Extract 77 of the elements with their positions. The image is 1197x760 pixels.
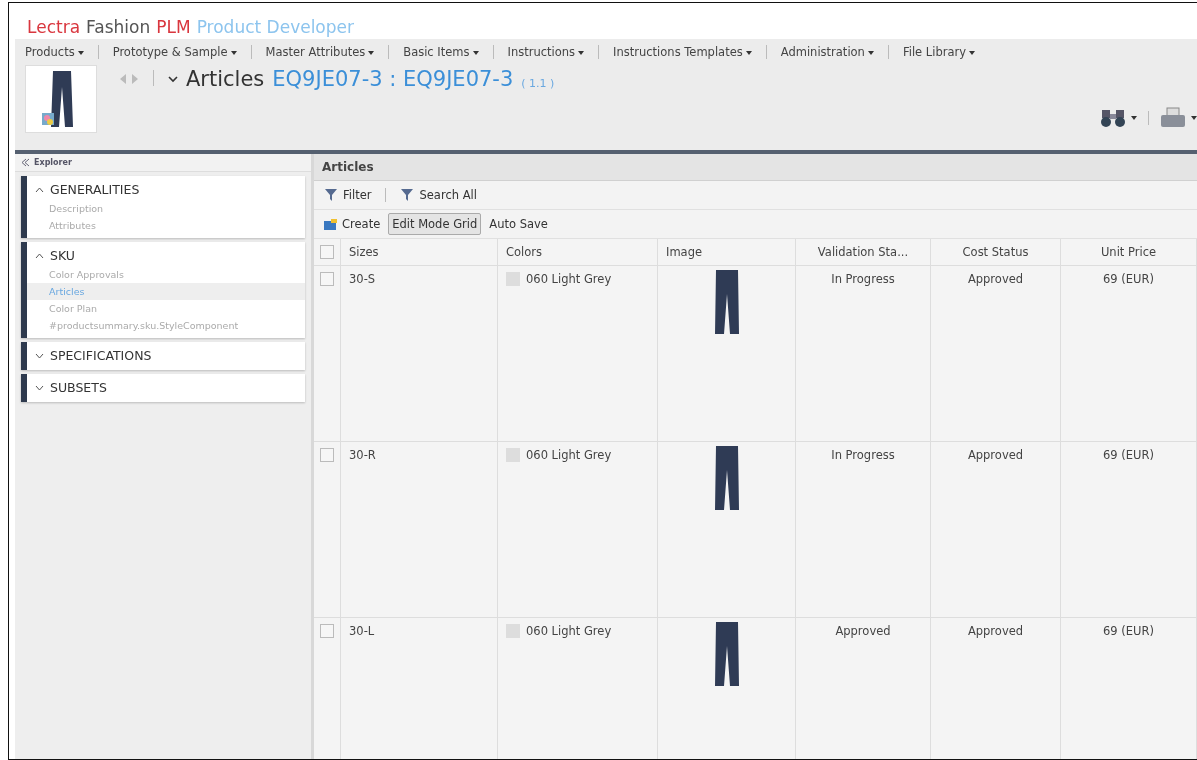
section-header[interactable]: SKU [27,242,305,266]
cost-status-cell: Approved [967,448,1024,462]
size-cell: 30-R [349,448,376,462]
caret-icon [1131,116,1137,120]
jeans-thumbnail [25,65,97,133]
validation-status-cell: In Progress [831,448,895,462]
chevron-icon [35,384,44,391]
menu-item[interactable]: Prototype & Sample [110,43,239,61]
caret-icon [230,50,237,55]
color-cell: 060 Light Grey [526,448,612,462]
create-button[interactable]: Create [320,213,385,235]
unit-price-cell: 69 (EUR) [1103,624,1154,638]
row-checkbox[interactable] [320,272,334,286]
chevron-icon [35,352,44,359]
color-cell: 060 Light Grey [526,624,612,638]
folder-icon [324,218,337,230]
jeans-thumbnail [713,622,740,686]
app-title-word: Product Developer [196,17,354,37]
column-header[interactable]: Unit Price [1061,239,1197,265]
jeans-thumbnail [713,270,740,334]
menu-item[interactable]: File Library [900,43,978,61]
menu-item[interactable]: Instructions [505,43,587,61]
validation-status-cell: In Progress [831,272,895,286]
column-header[interactable]: Cost Status [931,239,1061,265]
chevron-icon [35,252,44,259]
printer-icon[interactable] [1160,107,1186,129]
record-name: EQ9JE07-3 : EQ9JE07-3 [272,67,514,91]
search-all-button[interactable]: Search All [396,184,481,206]
jeans-thumbnail [713,446,740,510]
cost-status-cell: Approved [967,272,1024,286]
menu-item[interactable]: Instructions Templates [611,43,754,61]
section-header[interactable]: GENERALITIES [27,176,305,200]
size-cell: 30-S [349,272,376,286]
auto-save-button[interactable]: Auto Save [485,213,552,235]
funnel-icon [324,188,338,202]
validation-status-cell: Approved [835,624,891,638]
row-checkbox[interactable] [320,448,334,462]
panel-title: Articles [322,160,374,174]
chevron-icon [35,186,44,193]
unit-price-cell: 69 (EUR) [1103,448,1154,462]
collapse-icon[interactable] [21,158,30,167]
caret-icon [1191,116,1197,120]
record-type: Articles [186,67,265,91]
funnel-icon [400,188,415,202]
caret-icon [745,50,752,55]
explorer-title: Explorer [34,158,72,167]
section-header[interactable]: SPECIFICATIONS [27,342,305,366]
version-label: ( 1.1 ) [521,77,555,90]
caret-icon [578,50,585,55]
back-forward-arrows-icon[interactable] [119,73,139,85]
cost-status-cell: Approved [967,624,1024,638]
app-title-word: Lectra [27,17,81,37]
section-header[interactable]: SUBSETS [27,374,305,398]
app-title-word: PLM [156,17,191,37]
row-checkbox[interactable] [320,624,334,638]
edit-mode-grid-button[interactable]: Edit Mode Grid [388,213,482,235]
chevron-down-icon[interactable] [168,75,178,83]
size-cell: 30-L [349,624,375,638]
caret-icon [472,50,479,55]
binoculars-icon[interactable] [1100,108,1126,128]
menu-item[interactable]: Basic Items [401,43,481,61]
filter-button[interactable]: Filter [320,184,376,206]
menu-item[interactable]: Administration [778,43,876,61]
select-all-checkbox[interactable] [320,245,334,259]
column-header[interactable]: Image [658,239,796,265]
menu-item[interactable]: Products [23,43,86,61]
unit-price-cell: 69 (EUR) [1103,272,1154,286]
caret-icon [368,50,375,55]
menu-item[interactable]: Master Attributes [263,43,377,61]
caret-icon [969,50,976,55]
caret-icon [867,50,874,55]
caret-icon [77,50,84,55]
column-header[interactable]: Colors [498,239,658,265]
color-cell: 060 Light Grey [526,272,612,286]
app-title-word: Fashion [86,17,151,37]
column-header[interactable]: Sizes [341,239,498,265]
column-header[interactable]: Validation Sta... [796,239,931,265]
